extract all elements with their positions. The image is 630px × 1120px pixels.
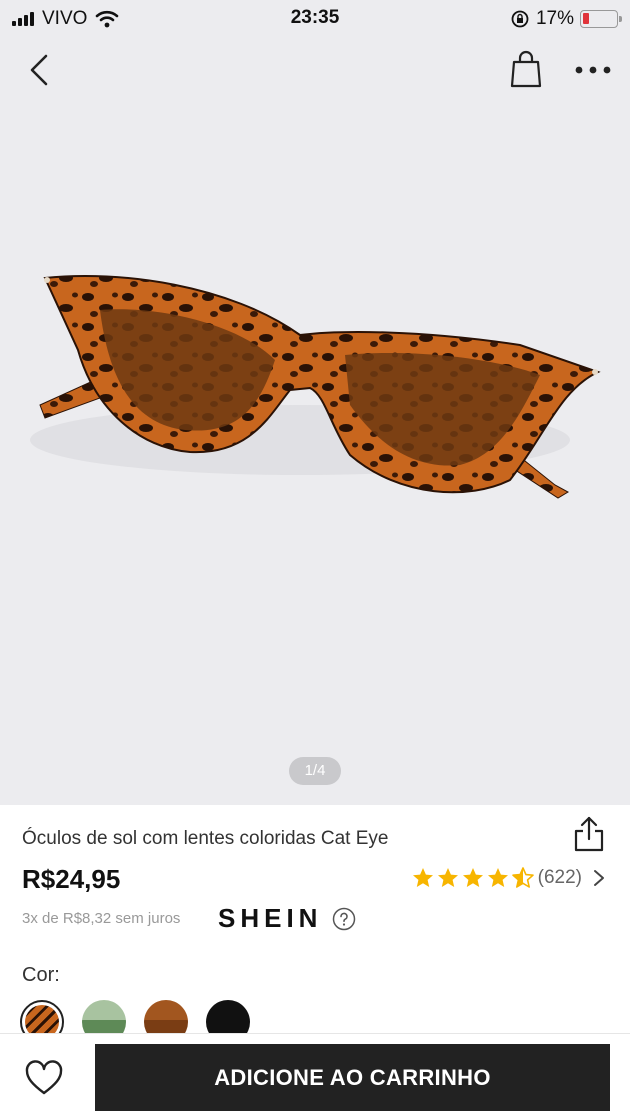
help-icon[interactable] <box>332 907 356 931</box>
rating-summary[interactable]: (622) <box>411 866 606 890</box>
battery-percent: 17% <box>535 8 574 29</box>
product-image <box>30 274 601 499</box>
more-icon[interactable] <box>570 55 616 85</box>
back-button[interactable] <box>22 52 58 88</box>
bottom-action-bar: ADICIONE AO CARRINHO <box>0 1033 630 1120</box>
status-bar: VIVO 23:35 17% <box>0 0 630 36</box>
product-price: R$24,95 <box>22 864 121 894</box>
shopping-bag-icon[interactable] <box>508 50 544 90</box>
star-icon <box>487 868 508 887</box>
battery-icon <box>580 10 622 28</box>
installments-text: 3x de R$8,32 sem juros <box>22 910 181 927</box>
rotation-lock-icon <box>511 10 529 28</box>
status-right: 17% <box>510 8 622 30</box>
heart-icon[interactable] <box>24 1060 64 1096</box>
rating-stars <box>411 866 536 890</box>
star-icon <box>412 868 433 887</box>
review-count: (622) <box>537 867 582 888</box>
color-label: Cor: <box>22 964 60 986</box>
brand-logo: SHEIN <box>218 903 323 933</box>
star-icon <box>462 868 483 887</box>
half-star-icon <box>511 867 534 888</box>
star-icon <box>437 868 458 887</box>
product-title: Óculos de sol com lentes coloridas Cat E… <box>22 828 389 849</box>
chevron-right-icon <box>594 870 604 886</box>
add-to-cart-button[interactable]: ADICIONE AO CARRINHO <box>95 1044 610 1111</box>
share-icon[interactable] <box>572 815 606 853</box>
product-image-gallery[interactable] <box>0 0 630 805</box>
image-pager: 1/4 <box>289 757 341 785</box>
